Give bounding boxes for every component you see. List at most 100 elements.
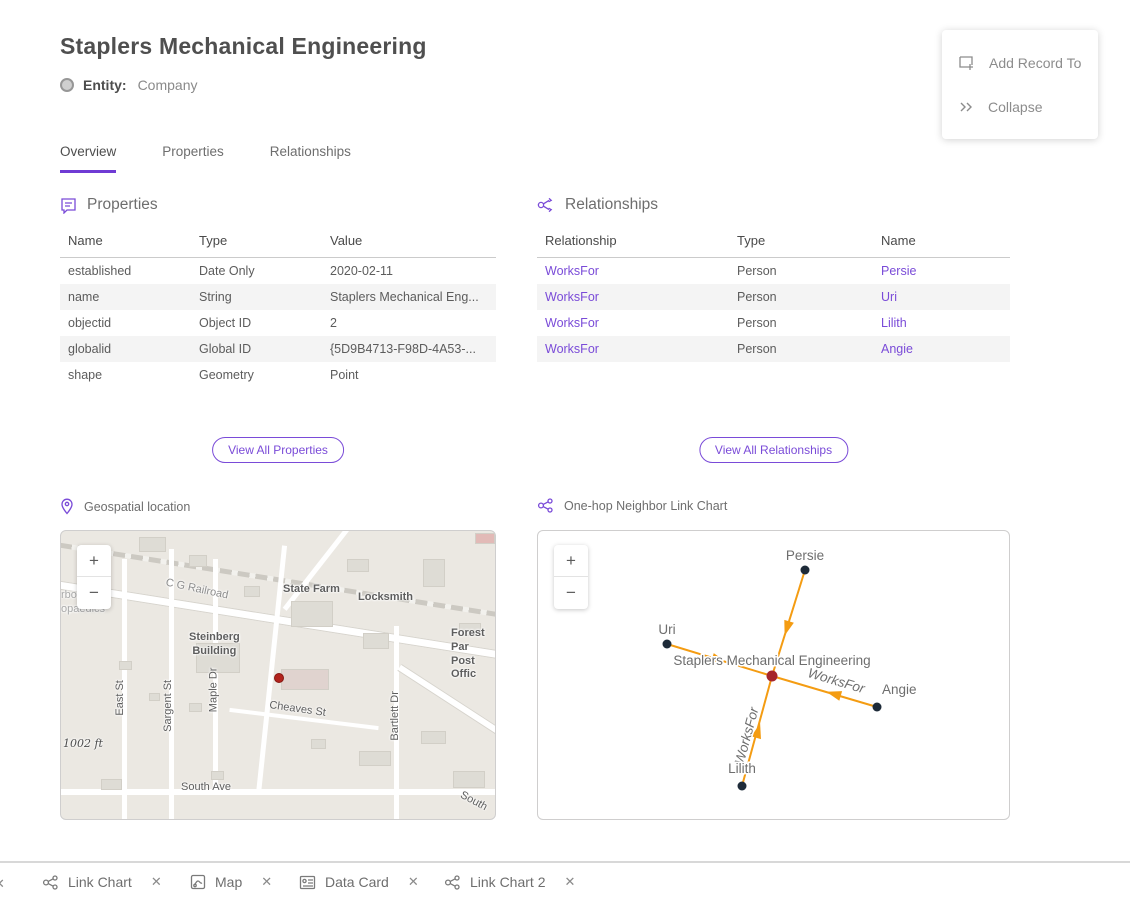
node-persie[interactable] (801, 566, 810, 575)
zoom-out-button[interactable]: − (554, 577, 588, 609)
menu-item-label: Add Record To (989, 55, 1081, 71)
relationship-link[interactable]: WorksFor (537, 336, 729, 362)
data-card-icon (60, 197, 77, 214)
tab-relationships[interactable]: Relationships (270, 144, 351, 173)
col-header: Relationship (537, 227, 729, 258)
col-header: Type (729, 227, 873, 258)
table-row: objectid Object ID 2 (60, 310, 496, 336)
collapse-icon (958, 100, 974, 114)
building (291, 601, 333, 627)
arrowhead (780, 620, 794, 637)
entity-link[interactable]: Uri (873, 284, 1010, 310)
menu-item-add-record-to[interactable]: Add Record To (942, 40, 1098, 85)
node-lilith[interactable] (738, 782, 747, 791)
close-icon[interactable]: ✕ (408, 874, 419, 890)
tab-properties[interactable]: Properties (162, 144, 224, 173)
clipped-tab-close-icon[interactable]: ✕ (0, 876, 5, 892)
building (189, 703, 202, 712)
col-header: Name (60, 227, 191, 258)
page-title: Staplers Mechanical Engineering (60, 33, 427, 60)
workspace-tab-link-chart-2[interactable]: Link Chart 2 ✕ (444, 874, 575, 890)
map-icon (190, 874, 206, 890)
node-label-angie: Angie (882, 682, 917, 697)
menu-item-collapse[interactable]: Collapse (942, 85, 1098, 129)
workspace-tab-data-card[interactable]: Data Card ✕ (299, 874, 419, 890)
entity-link[interactable]: Angie (873, 336, 1010, 362)
view-all-properties-button[interactable]: View All Properties (212, 437, 344, 463)
building (119, 661, 132, 670)
link-chart-icon (42, 875, 59, 890)
section-title: Relationships (565, 196, 658, 214)
table-row: WorksFor Person Lilith (537, 310, 1010, 336)
building (281, 669, 329, 690)
view-all-relationships-button[interactable]: View All Relationships (699, 437, 848, 463)
node-label-uri: Uri (658, 622, 675, 637)
building (475, 533, 495, 544)
entity-badge: Entity: Company (60, 77, 197, 93)
relationship-link[interactable]: WorksFor (537, 258, 729, 285)
relationships-table: Relationship Type Name WorksFor Person P… (537, 227, 1010, 362)
table-row: WorksFor Person Persie (537, 258, 1010, 285)
zoom-in-button[interactable]: + (77, 545, 111, 577)
relationship-link[interactable]: WorksFor (537, 284, 729, 310)
building (363, 633, 389, 649)
entity-type-icon (60, 78, 74, 92)
node-uri[interactable] (663, 640, 672, 649)
building (311, 739, 326, 749)
data-card-icon (299, 875, 316, 890)
close-icon[interactable]: ✕ (564, 874, 575, 890)
link-chart-canvas: WorksFor WorksFor Persie Uri Angie Lilit… (538, 531, 1009, 819)
table-row: shape Geometry Point (60, 362, 496, 388)
building (453, 771, 485, 788)
tab-overview[interactable]: Overview (60, 144, 116, 173)
close-icon[interactable]: ✕ (261, 874, 272, 890)
map-label-locksmith: Locksmith (358, 591, 413, 605)
zoom-out-button[interactable]: − (77, 577, 111, 609)
geospatial-section-header: Geospatial location (60, 498, 190, 515)
chart-zoom-control: + − (554, 545, 588, 609)
workspace-tab-bar: ✕ Link Chart ✕ Map ✕ Data Card ✕ (0, 861, 1130, 903)
node-label-lilith: Lilith (728, 761, 756, 776)
building (421, 731, 446, 744)
section-title: One-hop Neighbor Link Chart (564, 499, 727, 513)
map-label-south-ave: South Ave (181, 781, 231, 795)
table-row: WorksFor Person Uri (537, 284, 1010, 310)
relationship-link[interactable]: WorksFor (537, 310, 729, 336)
tab-label: Data Card (325, 874, 389, 890)
data-card-page: Staplers Mechanical Engineering Entity: … (0, 0, 1130, 903)
geospatial-map[interactable]: C G Railroad State Farm Locksmith Steinb… (60, 530, 496, 820)
road (283, 530, 355, 611)
col-header: Value (322, 227, 496, 258)
col-header: Name (873, 227, 1010, 258)
building (211, 771, 224, 780)
entity-link[interactable]: Persie (873, 258, 1010, 285)
road (60, 789, 496, 795)
building (347, 559, 369, 572)
relationships-icon (537, 197, 555, 213)
node-center[interactable] (767, 671, 778, 682)
add-record-icon (958, 54, 975, 71)
node-angie[interactable] (873, 703, 882, 712)
workspace-tab-map[interactable]: Map ✕ (190, 874, 272, 890)
section-title: Properties (87, 196, 158, 214)
relationships-section: Relationships Relationship Type Name Wor… (537, 196, 1010, 476)
tab-label: Map (215, 874, 242, 890)
link-chart-section-header: One-hop Neighbor Link Chart (537, 498, 727, 513)
tab-bar: Overview Properties Relationships (60, 144, 351, 173)
context-menu: Add Record To Collapse (942, 30, 1098, 139)
one-hop-link-chart[interactable]: + − WorksFor WorksFor Persie Uri (537, 530, 1010, 820)
map-pin-icon (60, 498, 74, 515)
close-icon[interactable]: ✕ (151, 874, 162, 890)
building (149, 693, 160, 701)
map-label-steinberg: Steinberg Building (189, 631, 240, 659)
properties-table: Name Type Value established Date Only 20… (60, 227, 496, 388)
node-label-persie: Persie (786, 548, 824, 563)
entity-link[interactable]: Lilith (873, 310, 1010, 336)
building (101, 779, 122, 790)
section-title: Geospatial location (84, 500, 190, 514)
zoom-in-button[interactable]: + (554, 545, 588, 577)
entity-location-marker[interactable] (274, 673, 284, 683)
map-label-state-farm: State Farm (283, 583, 340, 597)
workspace-tab-link-chart[interactable]: Link Chart ✕ (42, 874, 162, 890)
col-header: Type (191, 227, 322, 258)
